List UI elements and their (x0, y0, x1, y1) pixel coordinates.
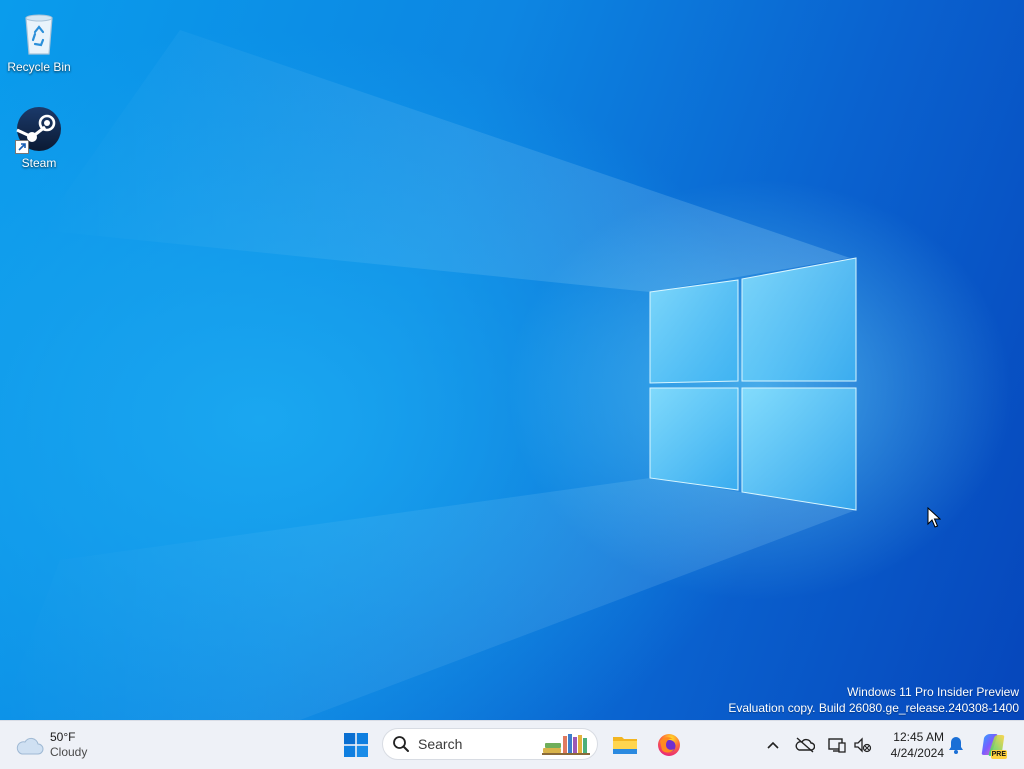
windows-logo-icon (344, 733, 368, 757)
search-placeholder: Search (418, 736, 463, 752)
evaluation-watermark: Windows 11 Pro Insider Preview Evaluatio… (728, 684, 1019, 716)
copilot-preview-badge: PRE (990, 750, 1007, 759)
search-highlight-books-icon (542, 734, 590, 755)
cloudy-icon (16, 737, 44, 755)
weather-temperature: 50°F (50, 730, 76, 744)
mouse-pointer-icon (927, 507, 941, 528)
taskbar: 50°F Cloudy Search 12:45 AM 4/24/2024 PR… (0, 720, 1024, 769)
system-clock[interactable]: 12:45 AM 4/24/2024 (878, 729, 944, 761)
clock-date: 4/24/2024 (890, 746, 944, 760)
desktop-icon-recycle-bin[interactable]: Recycle Bin (1, 10, 77, 74)
recycle-bin-icon (15, 10, 63, 58)
recycle-bin-label: Recycle Bin (7, 60, 71, 74)
volume-status[interactable] (851, 733, 875, 757)
onedrive-status[interactable] (793, 733, 817, 757)
steam-label: Steam (21, 156, 57, 170)
show-hidden-icons-button[interactable] (761, 733, 785, 757)
clock-time: 12:45 AM (893, 730, 944, 744)
start-button[interactable] (338, 727, 374, 763)
onedrive-offline-icon (795, 737, 815, 753)
steam-icon (15, 106, 63, 154)
weather-condition: Cloudy (50, 745, 88, 759)
search-icon (392, 735, 410, 753)
watermark-edition: Windows 11 Pro Insider Preview (847, 685, 1019, 699)
watermark-build: Evaluation copy. Build 26080.ge_release.… (728, 701, 1019, 715)
file-explorer-icon (613, 737, 637, 754)
bell-icon (949, 737, 963, 754)
taskbar-firefox-button[interactable] (651, 727, 687, 763)
windows-logo-wallpaper (0, 30, 857, 720)
taskbar-search-box[interactable]: Search (382, 728, 598, 760)
volume-muted-icon (854, 737, 872, 753)
firefox-icon (658, 734, 680, 756)
notification-center-button[interactable] (944, 733, 968, 757)
desktop-icon-steam[interactable]: Steam (1, 106, 77, 170)
weather-widget[interactable]: 50°F Cloudy (14, 725, 87, 765)
desktop[interactable]: Recycle Bin Steam Windows 11 Pro Insider… (0, 0, 1024, 720)
copilot-button[interactable]: PRE (980, 732, 1007, 759)
chevron-up-icon (767, 741, 779, 749)
display-icon (828, 738, 846, 753)
shortcut-arrow-icon (15, 140, 29, 154)
taskbar-file-explorer-button[interactable] (607, 727, 643, 763)
network-status[interactable] (825, 733, 849, 757)
